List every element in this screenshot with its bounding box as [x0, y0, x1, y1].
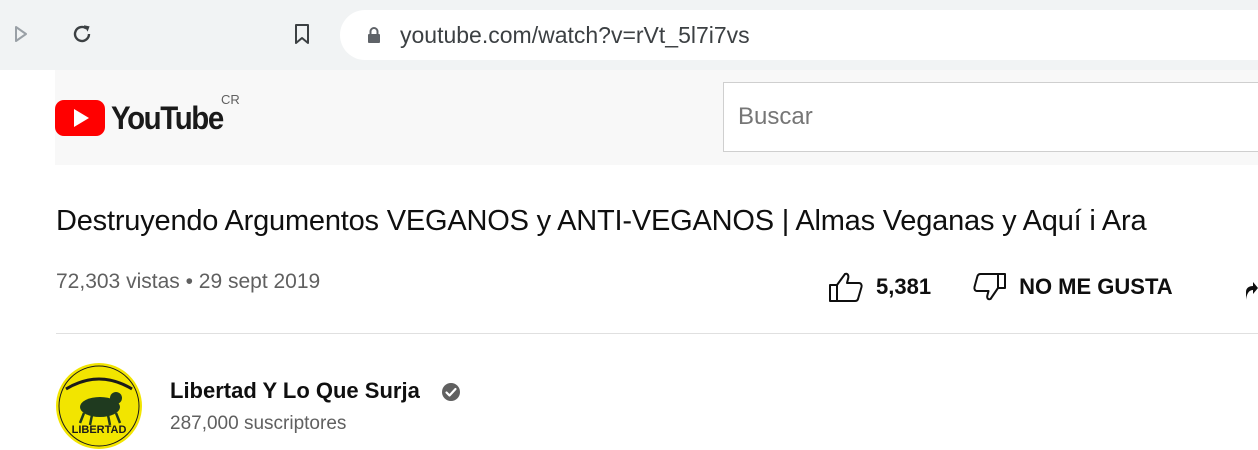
search-box[interactable]: [723, 82, 1258, 152]
like-count: 5,381: [876, 274, 932, 299]
search-input[interactable]: [736, 102, 1240, 132]
lock-icon: [364, 22, 384, 48]
dislike-label: NO ME GUSTA: [1019, 274, 1173, 299]
thumbs-up-icon: [829, 272, 863, 302]
video-meta: 72,303 vistas • 29 sept 2019: [56, 270, 320, 294]
dislike-button[interactable]: NO ME GUSTA: [973, 272, 1173, 302]
youtube-play-icon: [55, 100, 105, 136]
view-count: 72,303 vistas: [56, 270, 180, 293]
subscriber-count: 287,000 suscriptores: [170, 413, 347, 434]
url-text: youtube.com/watch?v=rVt_5l7i7vs: [400, 21, 750, 48]
browser-toolbar: youtube.com/watch?v=rVt_5l7i7vs: [0, 0, 1258, 70]
bookmark-button[interactable]: [284, 12, 320, 56]
reload-button[interactable]: [62, 12, 102, 56]
thumbs-down-icon: [973, 273, 1007, 301]
youtube-header: YouTube CR: [55, 70, 1258, 165]
forward-button[interactable]: [6, 12, 36, 56]
video-title: Destruyendo Argumentos VEGANOS y ANTI-VE…: [56, 205, 1147, 237]
like-button[interactable]: 5,381: [828, 271, 931, 303]
channel-name[interactable]: Libertad Y Lo Que Surja: [170, 378, 420, 404]
youtube-wordmark: YouTube: [111, 99, 224, 136]
youtube-logo[interactable]: YouTube: [55, 94, 233, 142]
channel-avatar[interactable]: LIBERTAD: [56, 363, 142, 449]
play-forward-icon: [15, 26, 27, 42]
divider: [56, 333, 1258, 334]
address-bar[interactable]: youtube.com/watch?v=rVt_5l7i7vs: [340, 10, 1258, 60]
upload-date: 29 sept 2019: [198, 270, 321, 293]
bookmark-icon: [295, 24, 309, 44]
country-code: CR: [221, 92, 240, 107]
video-actions: 5,381 NO ME GUSTA: [828, 266, 1173, 308]
reload-icon: [73, 25, 91, 43]
avatar-text: LIBERTAD: [72, 424, 127, 436]
meta-separator: •: [179, 270, 199, 293]
share-icon[interactable]: [1240, 276, 1258, 302]
verified-badge-icon: [442, 383, 460, 401]
